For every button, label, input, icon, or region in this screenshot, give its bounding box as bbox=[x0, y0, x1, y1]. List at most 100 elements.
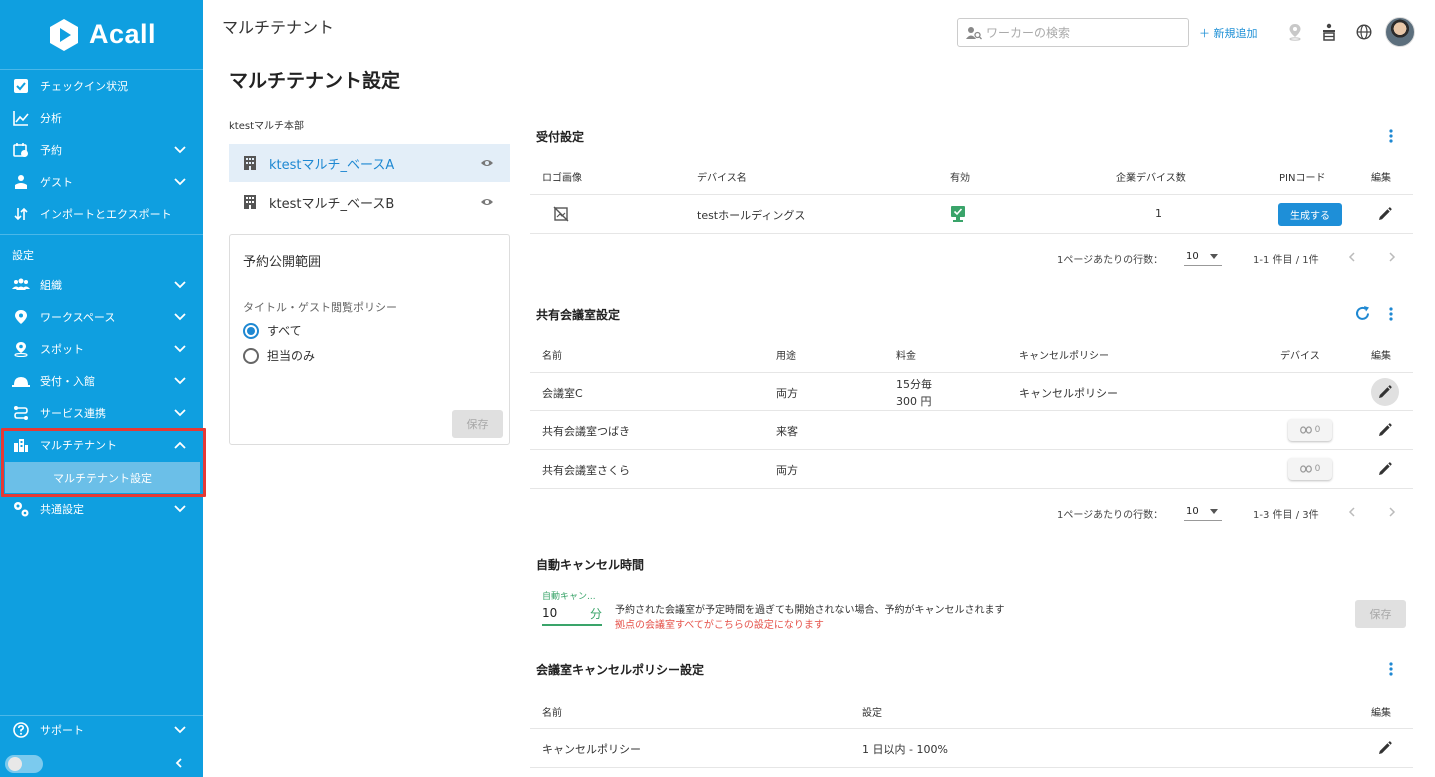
row-divider bbox=[530, 728, 1413, 729]
pencil-icon bbox=[1379, 462, 1392, 475]
pencil-icon bbox=[1379, 385, 1392, 398]
gears-icon bbox=[12, 500, 30, 518]
col-header: 編集 bbox=[1371, 351, 1391, 362]
sidebar-item-label: 組織 bbox=[40, 279, 62, 292]
edit-button[interactable] bbox=[1371, 416, 1399, 444]
more-vert-icon[interactable] bbox=[1387, 661, 1395, 677]
card-title: 予約公開範囲 bbox=[243, 255, 322, 270]
sidebar-item-service-integration[interactable]: サービス連携 bbox=[0, 397, 203, 429]
page-title: マルチテナント設定 bbox=[229, 70, 401, 92]
room-usage: 来客 bbox=[776, 425, 798, 438]
radio-button[interactable] bbox=[243, 322, 259, 339]
integration-icon bbox=[12, 404, 30, 422]
col-header: ロゴ画像 bbox=[542, 173, 582, 184]
chevron-down-icon bbox=[174, 726, 186, 734]
col-header: 料金 bbox=[896, 351, 916, 362]
rows-per-page-select[interactable]: 10 bbox=[1184, 503, 1222, 521]
user-avatar[interactable] bbox=[1385, 17, 1415, 47]
edit-button[interactable] bbox=[1371, 734, 1399, 762]
col-header: 有効 bbox=[950, 173, 970, 184]
col-header: 編集 bbox=[1371, 708, 1391, 719]
generate-pin-button[interactable]: 生成する bbox=[1278, 203, 1342, 226]
eye-icon[interactable] bbox=[480, 156, 494, 170]
chevron-down-icon bbox=[174, 178, 186, 186]
reception-desk-icon[interactable] bbox=[1319, 22, 1339, 42]
settings-section-label: 設定 bbox=[12, 249, 34, 262]
radio-option-assigned-only[interactable]: 担当のみ bbox=[243, 347, 315, 364]
base-item-b[interactable]: ktestマルチ_ベースB bbox=[229, 183, 510, 221]
radio-button[interactable] bbox=[243, 347, 259, 364]
auto-cancel-minutes-input[interactable]: 10 分 bbox=[542, 602, 602, 626]
row-divider bbox=[530, 233, 1413, 234]
highlight-annotation bbox=[1, 428, 206, 497]
collapse-sidebar-icon[interactable] bbox=[173, 757, 185, 769]
link-icon bbox=[1299, 426, 1312, 434]
sidebar-item-label: 共通設定 bbox=[40, 503, 84, 516]
sidebar-item-workspace[interactable]: ワークスペース bbox=[0, 301, 203, 333]
eye-icon[interactable] bbox=[480, 195, 494, 209]
rows-per-page-label: 1ページあたりの行数： bbox=[1057, 255, 1164, 266]
room-cancel-policy: キャンセルポリシー bbox=[1019, 387, 1118, 400]
row-divider bbox=[530, 372, 1413, 373]
location-icon[interactable] bbox=[1285, 22, 1305, 42]
more-vert-icon[interactable] bbox=[1387, 306, 1395, 322]
next-page-icon[interactable] bbox=[1386, 506, 1398, 518]
people-icon bbox=[12, 276, 30, 294]
sidebar-item-analytics[interactable]: 分析 bbox=[0, 102, 203, 134]
device-link-chip[interactable]: 0 bbox=[1288, 419, 1332, 441]
sidebar-item-support[interactable]: サポート bbox=[0, 714, 203, 746]
sidebar-item-label: 予約 bbox=[40, 144, 62, 157]
next-page-icon[interactable] bbox=[1386, 251, 1398, 263]
col-header: 編集 bbox=[1371, 173, 1391, 184]
chevron-down-icon bbox=[174, 146, 186, 154]
sidebar-item-organization[interactable]: 組織 bbox=[0, 269, 203, 301]
refresh-icon[interactable] bbox=[1354, 305, 1371, 322]
edit-button[interactable] bbox=[1371, 200, 1399, 228]
row-divider bbox=[530, 194, 1413, 195]
sidebar-item-checkin[interactable]: チェックイン状況 bbox=[0, 70, 203, 102]
prev-page-icon[interactable] bbox=[1346, 251, 1358, 263]
device-count: 0 bbox=[1314, 425, 1321, 435]
brand-logo[interactable]: Acall bbox=[0, 0, 203, 70]
checkbox-icon bbox=[12, 77, 30, 95]
sidebar: Acall チェックイン状況 分析 予約 ゲスト インポートとエクスポート 設定 bbox=[0, 0, 206, 777]
chevron-down-icon bbox=[174, 377, 186, 385]
sidebar-toggle-switch[interactable] bbox=[5, 755, 43, 773]
sidebar-item-spot[interactable]: スポット bbox=[0, 333, 203, 365]
sidebar-item-label: ワークスペース bbox=[40, 311, 116, 324]
radio-option-all[interactable]: すべて bbox=[243, 322, 302, 339]
app-title: マルチテナント bbox=[222, 18, 335, 37]
chevron-down-icon bbox=[174, 281, 186, 289]
chevron-down-icon bbox=[174, 313, 186, 321]
sidebar-item-import-export[interactable]: インポートとエクスポート bbox=[0, 198, 203, 230]
col-header: PINコード bbox=[1279, 173, 1326, 184]
add-new-button[interactable]: ＋ 新規追加 bbox=[1199, 25, 1258, 41]
device-link-chip[interactable]: 0 bbox=[1288, 458, 1332, 480]
radio-label: すべて bbox=[267, 324, 302, 338]
scope-save-button[interactable]: 保存 bbox=[452, 410, 503, 438]
building-icon bbox=[244, 195, 256, 209]
room-fee-amount: 300 円 bbox=[896, 395, 932, 408]
globe-icon[interactable] bbox=[1354, 22, 1374, 42]
caret-down-icon bbox=[1210, 509, 1218, 514]
rows-per-page-select[interactable]: 10 bbox=[1184, 248, 1222, 266]
auto-cancel-save-button[interactable]: 保存 bbox=[1355, 600, 1406, 628]
more-vert-icon[interactable] bbox=[1387, 128, 1395, 144]
user-search-icon bbox=[966, 26, 982, 39]
edit-button[interactable] bbox=[1371, 378, 1399, 406]
sidebar-item-reception[interactable]: 受付・入館 bbox=[0, 365, 203, 397]
auto-cancel-unit: 分 bbox=[589, 606, 602, 621]
worker-search[interactable] bbox=[957, 18, 1189, 47]
search-input[interactable] bbox=[986, 25, 1176, 40]
cancel-policy-title: 会議室キャンセルポリシー設定 bbox=[536, 663, 705, 677]
sidebar-item-guest[interactable]: ゲスト bbox=[0, 166, 203, 198]
sidebar-item-common-settings[interactable]: 共通設定 bbox=[0, 493, 203, 525]
building-icon bbox=[244, 156, 256, 170]
edit-button[interactable] bbox=[1371, 455, 1399, 483]
sidebar-divider bbox=[0, 234, 203, 235]
rows-per-page-value: 10 bbox=[1186, 506, 1199, 517]
prev-page-icon[interactable] bbox=[1346, 506, 1358, 518]
sidebar-item-reservation[interactable]: 予約 bbox=[0, 134, 203, 166]
sidebar-item-label: 受付・入館 bbox=[40, 375, 95, 388]
base-item-a[interactable]: ktestマルチ_ベースA bbox=[229, 144, 510, 182]
